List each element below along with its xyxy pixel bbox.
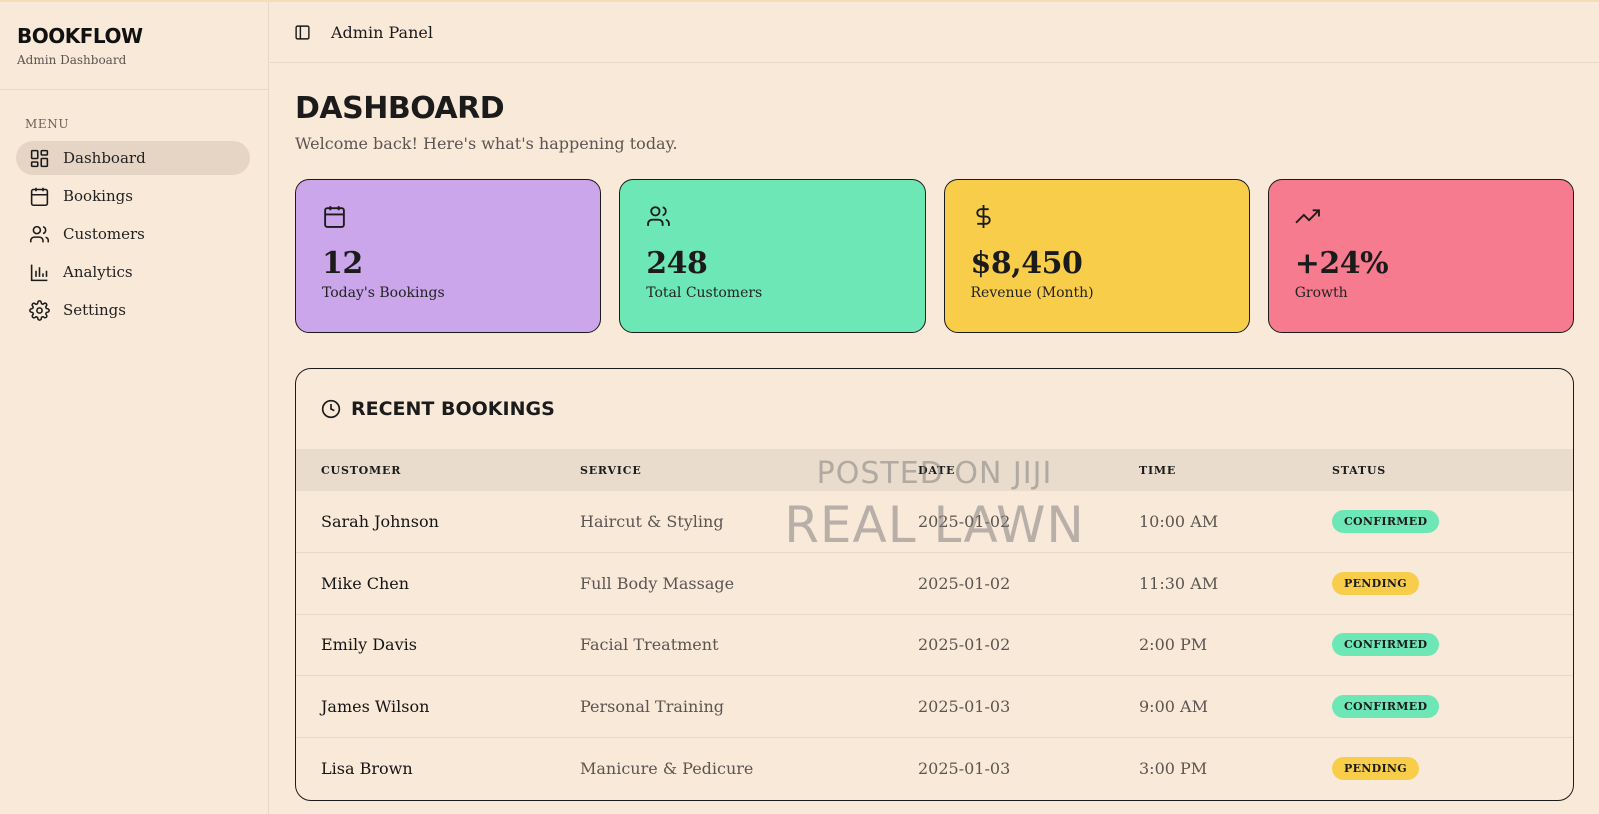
stat-value: $8,450 (970, 246, 1083, 281)
customer-cell: Sarah Johnson (296, 491, 555, 553)
users-icon (647, 206, 671, 226)
recent-bookings-header: RECENT BOOKINGS (296, 369, 1573, 449)
table-row[interactable]: Mike Chen Full Body Massage 2025-01-02 1… (296, 552, 1573, 615)
menu-label: MENU (25, 117, 70, 131)
calendar-icon (324, 206, 345, 228)
page-subtitle: Welcome back! Here's what's happening to… (295, 134, 678, 153)
sidebar-item-label: Analytics (63, 263, 133, 281)
column-header-service[interactable]: SERVICE (555, 449, 893, 491)
sidebar-toggle-icon[interactable] (294, 24, 311, 41)
status-badge: PENDING (1332, 756, 1419, 780)
time-cell: 11:30 AM (1114, 552, 1307, 615)
status-cell: PENDING (1307, 552, 1573, 615)
calendar-icon (30, 187, 49, 206)
customer-cell: James Wilson (296, 675, 555, 738)
column-header-time[interactable]: TIME (1114, 449, 1307, 491)
stat-card-revenue: $8,450 Revenue (Month) (943, 179, 1250, 333)
stat-value: 248 (646, 246, 708, 281)
stat-card-todays-bookings: 12 Today's Bookings (295, 179, 602, 333)
stat-value: +24% (1294, 246, 1389, 281)
status-badge: CONFIRMED (1332, 633, 1440, 657)
date-cell: 2025-01-03 (918, 758, 1011, 778)
sidebar: BOOKFLOW Admin Dashboard MENU Dashboard … (0, 2, 269, 814)
date-cell: 2025-01-02 (893, 614, 1114, 676)
brand: BOOKFLOW Admin Dashboard (0, 2, 268, 90)
stats-cards: 12 Today's Bookings 248 Total Customers … (295, 179, 1574, 333)
topbar-title: Admin Panel (331, 22, 433, 42)
sidebar-item-bookings[interactable]: Bookings (16, 179, 250, 213)
column-header-date[interactable]: DATE (893, 449, 1114, 491)
page-title: DASHBOARD (295, 91, 505, 126)
users-icon (29, 225, 50, 242)
stat-label: Growth (1294, 285, 1348, 301)
status-badge: PENDING (1332, 571, 1419, 595)
table-row[interactable]: James Wilson Personal Training 2025-01-0… (296, 675, 1573, 738)
customer-cell: Lisa Brown (321, 758, 413, 778)
service-cell: Manicure & Pedicure (580, 758, 754, 778)
stat-card-total-customers: 248 Total Customers (619, 179, 926, 333)
stat-card-growth: +24% Growth (1267, 179, 1574, 333)
status-cell: CONFIRMED (1307, 491, 1573, 553)
status-cell: CONFIRMED (1307, 614, 1573, 676)
sidebar-item-dashboard[interactable]: Dashboard (16, 141, 250, 175)
table-row[interactable]: Lisa Brown Manicure & Pedicure 2025-01-0… (296, 737, 1573, 799)
trending-up-icon (1295, 209, 1320, 224)
brand-subtitle: Admin Dashboard (17, 53, 127, 67)
customer-cell: Mike Chen (296, 552, 555, 615)
brand-name: BOOKFLOW (17, 24, 143, 48)
main-content: DASHBOARD Welcome back! Here's what's ha… (295, 63, 1574, 801)
status-badge: CONFIRMED (1332, 510, 1440, 533)
table-row[interactable]: Emily Davis Facial Treatment 2025-01-02 … (296, 614, 1573, 676)
time-cell: 10:00 AM (1114, 491, 1307, 553)
clock-icon (321, 399, 341, 419)
dollar-icon (975, 205, 991, 228)
topbar: Admin Panel (270, 2, 1599, 63)
time-cell: 3:00 PM (1139, 758, 1208, 778)
customer-cell: Emily Davis (296, 614, 555, 676)
table-header: CUSTOMER SERVICE DATE TIME STATUS (296, 449, 1573, 491)
date-cell: 2025-01-03 (893, 675, 1114, 738)
time-cell: 2:00 PM (1114, 614, 1307, 676)
sidebar-item-label: Bookings (63, 187, 133, 205)
sidebar-item-label: Dashboard (63, 149, 146, 167)
sidebar-nav: Dashboard Bookings Customers Analytics S… (0, 141, 268, 327)
service-cell: Haircut & Styling (555, 491, 893, 553)
recent-bookings-panel: RECENT BOOKINGS CUSTOMER SERVICE DATE TI… (295, 368, 1574, 801)
stat-value: 12 (322, 246, 363, 281)
sidebar-item-settings[interactable]: Settings (16, 293, 250, 327)
dashboard-icon (30, 149, 49, 167)
service-cell: Personal Training (555, 675, 893, 738)
date-cell: 2025-01-02 (893, 552, 1114, 615)
time-cell: 9:00 AM (1114, 675, 1307, 738)
recent-bookings-title: RECENT BOOKINGS (351, 398, 555, 420)
stat-label: Revenue (Month) (970, 285, 1094, 301)
status-badge: CONFIRMED (1332, 694, 1440, 718)
status-cell: CONFIRMED (1307, 675, 1573, 738)
status-cell: PENDING (1307, 737, 1573, 799)
bookings-table: CUSTOMER SERVICE DATE TIME STATUS Sarah … (296, 449, 1573, 799)
sidebar-item-customers[interactable]: Customers (16, 217, 250, 251)
gear-icon (29, 299, 50, 321)
service-cell: Full Body Massage (555, 552, 893, 615)
sidebar-item-analytics[interactable]: Analytics (16, 255, 250, 289)
service-cell: Facial Treatment (555, 614, 893, 676)
stat-label: Today's Bookings (322, 285, 445, 301)
table-row[interactable]: Sarah Johnson Haircut & Styling 2025-01-… (296, 491, 1573, 553)
bar-chart-icon (30, 264, 48, 281)
column-header-status[interactable]: STATUS (1307, 449, 1573, 491)
sidebar-item-label: Customers (63, 225, 145, 243)
stat-label: Total Customers (646, 285, 763, 301)
column-header-customer[interactable]: CUSTOMER (296, 449, 555, 491)
date-cell: 2025-01-02 (893, 491, 1114, 553)
sidebar-item-label: Settings (63, 301, 126, 319)
